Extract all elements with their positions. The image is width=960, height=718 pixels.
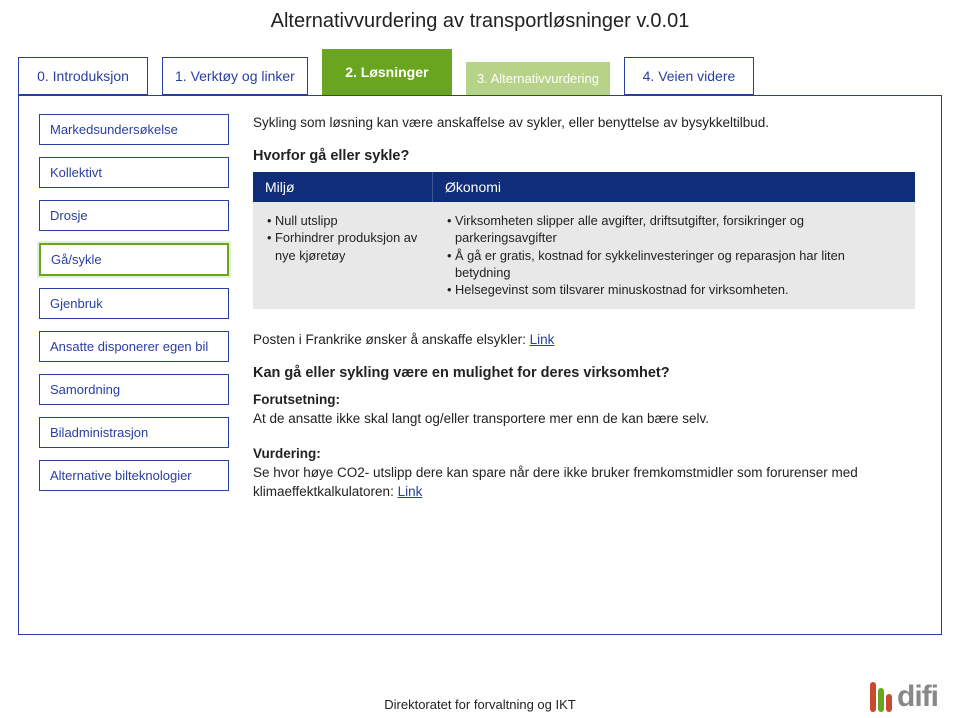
prerequisite-text: At de ansatte ikke skal langt og/eller t… [253,411,709,426]
sidebar-item-market[interactable]: Markedsundersøkelse [39,114,229,145]
prerequisite-label: Forutsetning: [253,392,340,407]
env-bullet-1: • Null utslipp [265,212,421,229]
tab-intro[interactable]: 0. Introduksjon [18,57,148,95]
logo-text: difi [897,682,938,712]
footer-text: Direktoratet for forvaltning og IKT [0,697,960,712]
sidebar-item-reuse[interactable]: Gjenbruk [39,288,229,319]
eco-bullet-2: • Å gå er gratis, kostnad for sykkelinve… [445,247,903,282]
tab-tools[interactable]: 1. Verktøy og linker [162,57,308,95]
sidebar-item-coordination[interactable]: Samordning [39,374,229,405]
sidebar-item-own-car[interactable]: Ansatte disponerer egen bil [39,331,229,362]
sidebar-item-walk-bike[interactable]: Gå/sykle [39,243,229,276]
eco-bullet-3: • Helsegevinst som tilsvarer minuskostna… [445,281,903,298]
th-economy: Økonomi [433,172,915,202]
main-panel: Sykling som løsning kan være anskaffelse… [253,114,921,616]
logo-bar-2 [878,688,884,712]
cell-environment: • Null utslipp • Forhindrer produksjon a… [253,202,433,308]
assessment-label: Vurdering: [253,446,321,461]
tab-solutions[interactable]: 2. Løsninger [322,49,452,95]
assessment-block: Vurdering: Se hvor høye CO2- utslipp der… [253,445,915,502]
sidebar-item-collective[interactable]: Kollektivt [39,157,229,188]
intro-text: Sykling som løsning kan være anskaffelse… [253,114,915,132]
posten-link[interactable]: Link [530,332,555,347]
assessment-link[interactable]: Link [398,484,423,499]
logo-bar-1 [870,682,876,712]
sidebar-item-car-admin[interactable]: Biladministrasjon [39,417,229,448]
comparison-table: Miljø Økonomi • Null utslipp • Forhindre… [253,172,915,308]
sidebar-item-taxi[interactable]: Drosje [39,200,229,231]
page-title: Alternativvurdering av transportløsninge… [0,0,960,49]
cell-economy: • Virksomheten slipper alle avgifter, dr… [433,202,915,308]
tabs-row: 0. Introduksjon 1. Verktøy og linker 2. … [0,49,960,95]
sidebar-item-alt-tech[interactable]: Alternative bilteknologier [39,460,229,491]
prerequisite-block: Forutsetning: At de ansatte ikke skal la… [253,391,915,429]
env-bullet-2: • Forhindrer produksjon av nye kjøretøy [265,229,421,264]
th-environment: Miljø [253,172,433,202]
eco-bullet-1: • Virksomheten slipper alle avgifter, dr… [445,212,903,247]
table-body: • Null utslipp • Forhindrer produksjon a… [253,202,915,308]
posten-paragraph: Posten i Frankrike ønsker å anskaffe els… [253,331,915,350]
difi-logo: difi [870,682,938,712]
logo-bar-3 [886,694,892,712]
table-header: Miljø Økonomi [253,172,915,202]
assessment-text: Se hvor høye CO2- utslipp dere kan spare… [253,465,858,499]
sidebar: Markedsundersøkelse Kollektivt Drosje Gå… [39,114,229,616]
why-heading: Hvorfor gå eller sykle? [253,148,915,164]
possible-heading: Kan gå eller sykling være en mulighet fo… [253,365,915,381]
tab-alternatives[interactable]: 3. Alternativvurdering [466,62,610,95]
posten-text: Posten i Frankrike ønsker å anskaffe els… [253,332,530,347]
tab-next[interactable]: 4. Veien videre [624,57,754,95]
content-area: Markedsundersøkelse Kollektivt Drosje Gå… [18,95,942,635]
